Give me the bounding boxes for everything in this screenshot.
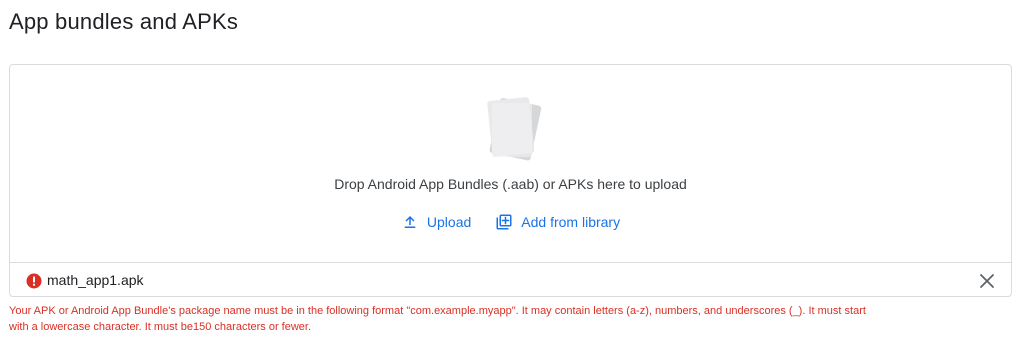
library-label: Add from library [521, 214, 621, 230]
error-message-line-2: with a lowercase character. It must be15… [9, 321, 312, 333]
upload-icon [404, 216, 416, 228]
close-icon [980, 274, 994, 288]
upload-button[interactable]: Upload [401, 211, 471, 233]
upload-actions: Upload Add from library [10, 211, 1011, 233]
file-name: math_app1.apk [47, 272, 144, 288]
error-message: Your APK or Android App Bundle's package… [9, 303, 1021, 335]
page: App bundles and APKs Drop Android App Bu… [0, 0, 1030, 348]
documents-illustration-icon [487, 97, 542, 161]
error-icon [26, 273, 42, 289]
error-message-line-1: Your APK or Android App Bundle's package… [9, 305, 866, 317]
add-from-library-button[interactable]: Add from library [495, 211, 620, 233]
file-row: math_app1.apk [10, 262, 1011, 296]
page-title: App bundles and APKs [9, 9, 239, 34]
upload-label: Upload [426, 214, 472, 230]
drop-instruction: Drop Android App Bundles (.aab) or APKs … [334, 176, 687, 192]
upload-card: Drop Android App Bundles (.aab) or APKs … [9, 64, 1012, 297]
remove-file-button[interactable] [977, 271, 997, 291]
dropzone[interactable]: Drop Android App Bundles (.aab) or APKs … [10, 65, 1011, 262]
library-add-icon [496, 214, 512, 230]
